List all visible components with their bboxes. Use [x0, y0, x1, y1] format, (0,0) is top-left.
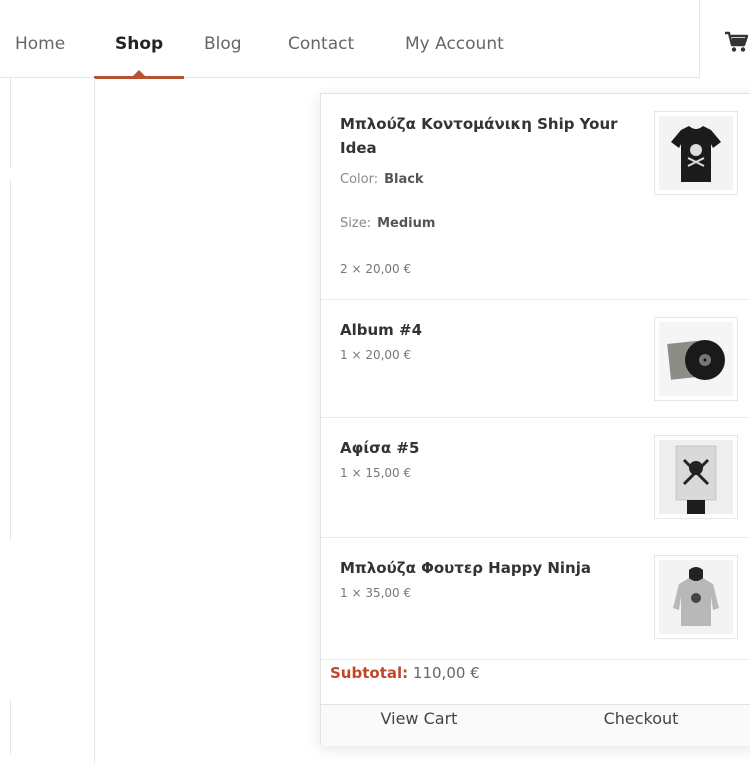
- poster-image: [675, 445, 717, 514]
- main-navigation: Home Shop Blog Contact My Account: [0, 0, 700, 79]
- cart-item-name[interactable]: Μπλούζα Φουτερ Happy Ninja: [340, 556, 640, 580]
- cart-subtotal: Subtotal: 110,00 €: [330, 664, 480, 682]
- cart-actions: View Cart Checkout: [321, 704, 750, 746]
- cart-item: Αφίσα #5 1 × 15,00 €: [321, 418, 750, 538]
- cart-item-size: Size: Medium: [340, 216, 435, 231]
- nav-item-home[interactable]: Home: [15, 0, 65, 78]
- hoodie-image: [673, 567, 719, 626]
- size-label: Size:: [340, 216, 372, 231]
- cart-item-price: 2 × 20,00 €: [340, 262, 412, 276]
- subtotal-label: Subtotal:: [330, 664, 409, 682]
- cart-item-price: 1 × 15,00 €: [340, 466, 412, 480]
- poster-thumbnail[interactable]: [654, 435, 738, 519]
- content-guide-line: [94, 78, 95, 764]
- color-label: Color:: [340, 172, 379, 187]
- size-value: Medium: [377, 216, 436, 231]
- sidebar-guide-line-bottom: [10, 700, 11, 754]
- cart-item-price: 1 × 35,00 €: [340, 586, 412, 600]
- vinyl-album-image: [667, 340, 725, 380]
- cart-item: Album #4 1 × 20,00 €: [321, 300, 750, 418]
- cart-button[interactable]: [724, 30, 750, 56]
- nav-item-blog[interactable]: Blog: [204, 0, 242, 78]
- cart-item-name[interactable]: Album #4: [340, 318, 640, 342]
- tshirt-image: [671, 126, 721, 182]
- active-nav-caret: [133, 70, 145, 76]
- active-nav-indicator: [94, 76, 184, 79]
- cart-item-price: 1 × 20,00 €: [340, 348, 412, 362]
- sidebar-guide-line-top: [10, 78, 11, 168]
- cart-item-name[interactable]: Αφίσα #5: [340, 436, 640, 460]
- nav-item-my-account[interactable]: My Account: [405, 0, 504, 78]
- hoodie-thumbnail[interactable]: [654, 555, 738, 639]
- nav-item-contact[interactable]: Contact: [288, 0, 354, 78]
- subtotal-value: 110,00 €: [412, 664, 480, 682]
- cart-item: Μπλούζα Κοντομάνικη Ship Your Idea Color…: [321, 94, 750, 300]
- cart-item-name[interactable]: Μπλούζα Κοντομάνικη Ship Your Idea: [340, 112, 645, 160]
- cart-item-color: Color: Black: [340, 172, 424, 187]
- mini-cart-dropdown: Μπλούζα Κοντομάνικη Ship Your Idea Color…: [320, 93, 750, 746]
- sidebar-guide-line: [10, 180, 11, 540]
- nav-item-shop[interactable]: Shop: [115, 0, 163, 78]
- cart-item: Μπλούζα Φουτερ Happy Ninja 1 × 35,00 €: [321, 538, 750, 660]
- color-value: Black: [384, 172, 424, 187]
- tshirt-thumbnail[interactable]: [654, 111, 738, 195]
- checkout-button[interactable]: Checkout: [557, 705, 725, 745]
- cart-icon: [725, 31, 749, 52]
- view-cart-button[interactable]: View Cart: [321, 705, 517, 745]
- vinyl-album-thumbnail[interactable]: [654, 317, 738, 401]
